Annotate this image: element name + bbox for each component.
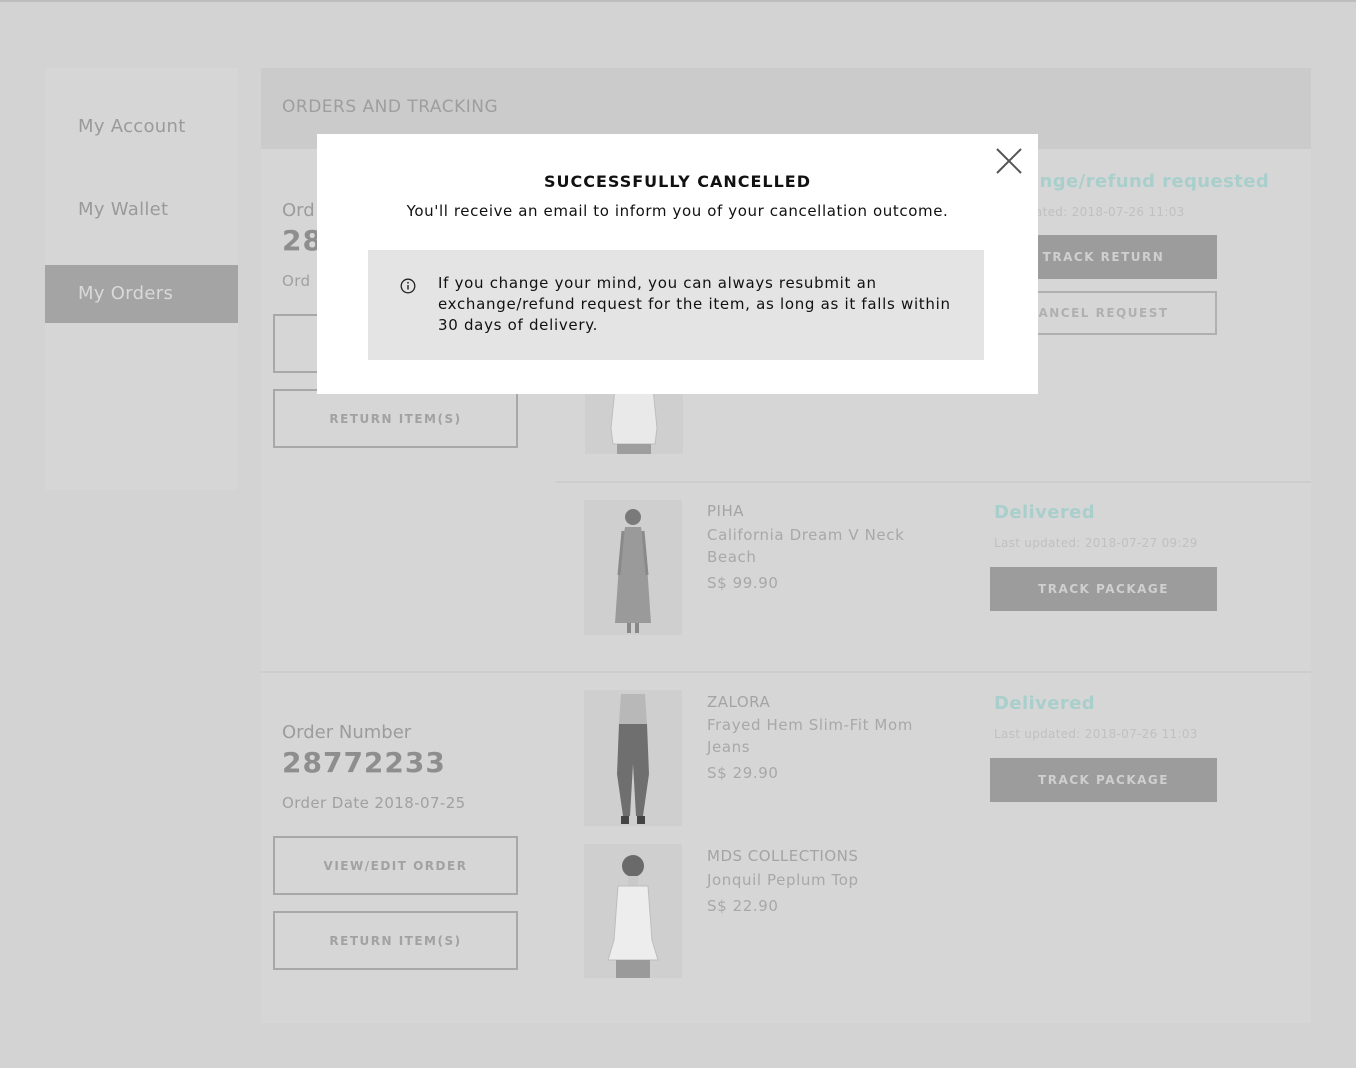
modal-subtitle: You'll receive an email to inform you of… (406, 202, 949, 220)
status-badge: Delivered (994, 502, 1096, 523)
info-icon (400, 278, 416, 294)
product-image[interactable] (584, 844, 682, 978)
product-top-figure-icon (610, 388, 658, 454)
order-date: Ord (282, 272, 311, 290)
last-updated: Last updated: 2018-07-26 11:03 (994, 727, 1198, 741)
modal-title: SUCCESSFULLY CANCELLED (543, 172, 812, 191)
order-divider (261, 671, 1311, 673)
return-items-button[interactable]: RETURN ITEM(S) (273, 389, 518, 448)
item-divider (556, 481, 1311, 483)
product-brand: PIHA (707, 502, 745, 520)
product-name[interactable]: Jonquil Peplum Top (707, 869, 957, 891)
product-brand: ZALORA (707, 693, 771, 711)
status-badge: ange/refund requested (1027, 171, 1270, 192)
product-image[interactable] (584, 500, 682, 635)
order-number-label: Order Number (282, 722, 412, 743)
product-image[interactable] (584, 690, 682, 826)
product-name[interactable]: Frayed Hem Slim-Fit Mom Jeans (707, 714, 957, 758)
product-brand: MDS COLLECTIONS (707, 847, 859, 865)
page-title: ORDERS AND TRACKING (282, 97, 499, 117)
info-note-text: If you change your mind, you can always … (438, 274, 951, 334)
cancellation-success-modal: SUCCESSFULLY CANCELLED You'll receive an… (317, 134, 1038, 394)
order-number-label: Ord (282, 200, 315, 221)
sidebar-item-my-wallet[interactable]: My Wallet (45, 181, 238, 239)
account-sidebar: My Account My Wallet My Orders (45, 68, 238, 490)
last-updated: dated: 2018-07-26 11:03 (1027, 205, 1185, 219)
order-number: 28772233 (282, 746, 446, 779)
track-package-button[interactable]: TRACK PACKAGE (990, 567, 1217, 611)
product-price: S$ 99.90 (707, 574, 779, 592)
track-package-button[interactable]: TRACK PACKAGE (990, 758, 1217, 802)
order-date: Order Date 2018-07-25 (282, 794, 466, 812)
status-badge: Delivered (994, 693, 1096, 714)
peplum-top-figure-icon (607, 855, 659, 978)
product-image[interactable] (585, 388, 683, 454)
product-price: S$ 29.90 (707, 764, 779, 782)
sidebar-item-my-account[interactable]: My Account (45, 98, 238, 156)
dress-figure-icon (615, 509, 651, 633)
product-name[interactable]: California Dream V Neck Beach (707, 524, 957, 568)
jeans-figure-icon (617, 694, 649, 824)
view-edit-order-button[interactable]: VIEW/EDIT ORDER (273, 836, 518, 895)
sidebar-item-my-orders[interactable]: My Orders (45, 265, 238, 323)
last-updated: Last updated: 2018-07-27 09:29 (994, 536, 1198, 550)
info-note: If you change your mind, you can always … (368, 250, 984, 360)
product-price: S$ 22.90 (707, 897, 779, 915)
return-items-button[interactable]: RETURN ITEM(S) (273, 911, 518, 970)
top-divider (0, 0, 1356, 2)
